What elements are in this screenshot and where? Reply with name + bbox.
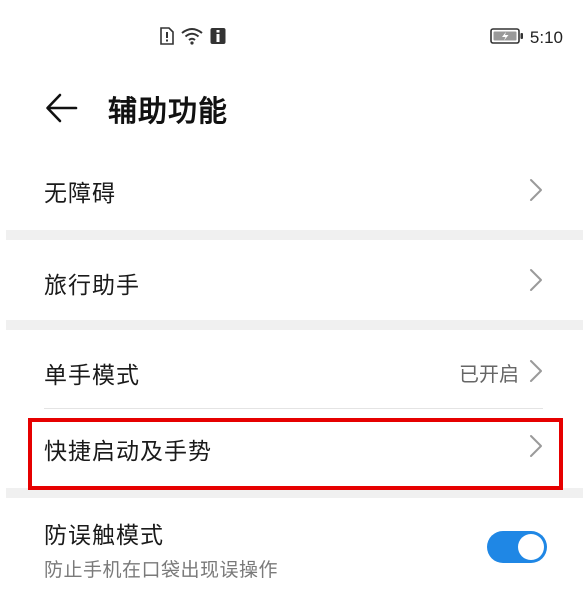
list-item-accidental-touch-mode[interactable]: 防误触模式 防止手机在口袋出现误操作 xyxy=(0,498,587,597)
section-separator xyxy=(6,230,583,240)
list-item-label: 无障碍 xyxy=(44,181,116,207)
toggle-knob xyxy=(518,534,544,560)
section-separator xyxy=(6,320,583,330)
group-travel: 旅行助手 xyxy=(0,240,587,320)
list-item-label: 旅行助手 xyxy=(44,273,140,299)
section-separator xyxy=(6,488,583,498)
chevron-right-icon xyxy=(529,178,543,202)
status-icons-right: 5:10 xyxy=(490,26,563,50)
list-item-value: 已开启 xyxy=(459,362,519,386)
wifi-icon xyxy=(180,27,204,49)
back-arrow-icon[interactable] xyxy=(44,90,80,126)
group-modes: 单手模式 已开启 快捷启动及手势 xyxy=(0,330,587,488)
list-item-shortcuts-and-gestures[interactable]: 快捷启动及手势 xyxy=(0,408,587,488)
chevron-right-icon xyxy=(529,268,543,292)
list-item-accessibility[interactable]: 无障碍 xyxy=(0,140,587,230)
status-bar: 5:10 xyxy=(0,0,587,76)
chevron-right-icon xyxy=(529,359,543,383)
info-icon xyxy=(210,27,226,49)
status-icons-left xyxy=(160,27,226,49)
accidental-touch-toggle[interactable] xyxy=(487,531,547,563)
accessibility-settings-screen: 5:10 辅助功能 无障碍 旅行助手 单手模式 已开启 快捷启动及手势 防误触模… xyxy=(0,0,587,597)
sim-alert-icon xyxy=(160,27,174,49)
list-item-label: 快捷启动及手势 xyxy=(44,439,212,465)
list-item-one-handed-mode[interactable]: 单手模式 已开启 xyxy=(0,330,587,408)
battery-charging-icon xyxy=(490,28,524,48)
page-title: 辅助功能 xyxy=(108,94,229,128)
list-item-subtitle: 防止手机在口袋出现误操作 xyxy=(44,559,279,581)
list-item-travel-assistant[interactable]: 旅行助手 xyxy=(0,240,587,320)
chevron-right-icon xyxy=(529,434,543,458)
status-time: 5:10 xyxy=(529,28,563,47)
header: 辅助功能 xyxy=(0,76,587,140)
list-item-label: 防误触模式 xyxy=(44,523,164,549)
list-item-label: 单手模式 xyxy=(44,363,140,389)
group-pocket-mode: 防误触模式 防止手机在口袋出现误操作 xyxy=(0,498,587,597)
group-accessibility: 无障碍 xyxy=(0,140,587,230)
